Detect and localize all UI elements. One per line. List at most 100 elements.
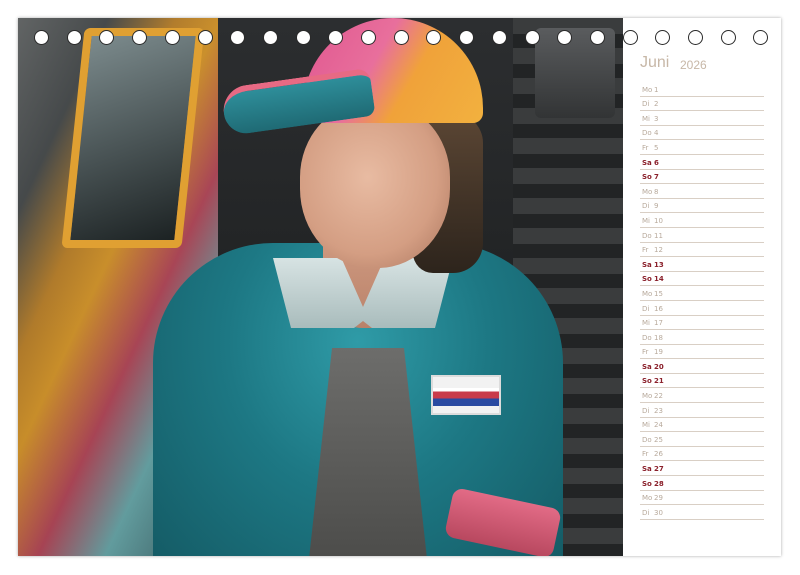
day-row: So 21: [640, 374, 764, 389]
day-row: Mi 17: [640, 316, 764, 331]
weekday-label: So: [642, 479, 652, 488]
weekday-label: Fr: [642, 246, 649, 255]
day-row: So 28: [640, 476, 764, 491]
day-row: Do 11: [640, 228, 764, 243]
day-row: Fr 5: [640, 140, 764, 155]
day-number: 3: [654, 114, 659, 123]
day-number: 30: [654, 508, 663, 517]
day-row: Do 25: [640, 432, 764, 447]
day-row: Di 23: [640, 403, 764, 418]
day-row: Mi 10: [640, 213, 764, 228]
weekday-label: Mo: [642, 392, 653, 401]
calendar-column: Juni 2026 Mo 1 Di 2 Mi 3 Do 4 Fr 5 Sa 6 So 7 Mo 8 Di 9 Mi 1…: [623, 18, 781, 556]
day-row: Sa 20: [640, 359, 764, 374]
day-row: So 14: [640, 272, 764, 287]
weekday-label: Mi: [642, 319, 650, 328]
binding-hole: [393, 30, 409, 45]
weekday-label: Di: [642, 304, 650, 313]
weekday-label: Do: [642, 129, 652, 138]
day-number: 7: [654, 173, 659, 182]
binding-hole: [197, 30, 213, 45]
day-number: 24: [654, 421, 663, 430]
weekday-label: Di: [642, 406, 650, 415]
day-number: 23: [654, 406, 663, 415]
day-row: Fr 26: [640, 447, 764, 462]
binding-hole: [295, 30, 311, 45]
day-number: 19: [654, 348, 663, 357]
weekday-label: Do: [642, 435, 652, 444]
face: [300, 103, 450, 268]
weekday-label: So: [642, 377, 652, 386]
jacket-patch: [431, 375, 501, 415]
binding-hole: [164, 30, 180, 45]
day-row: Sa 27: [640, 461, 764, 477]
day-list: Mo 1 Di 2 Mi 3 Do 4 Fr 5 Sa 6 So 7 Mo 8 Di 9 Mi 10 Do 11 Fr 12 S…: [640, 82, 764, 520]
day-number: 28: [654, 479, 664, 488]
weekday-label: Sa: [642, 260, 652, 269]
day-number: 6: [654, 158, 659, 167]
binding-hole: [655, 30, 671, 45]
weekday-label: Fr: [642, 348, 649, 357]
binding-hole: [262, 30, 278, 45]
day-row: Mo 29: [640, 491, 764, 506]
weekday-label: Di: [642, 508, 650, 517]
day-number: 18: [654, 333, 663, 342]
binding-hole: [230, 30, 246, 45]
day-number: 8: [654, 187, 659, 196]
day-row: Do 18: [640, 330, 764, 345]
day-number: 5: [654, 143, 659, 152]
weekday-label: Di: [642, 202, 650, 211]
truck-window: [61, 28, 205, 248]
day-number: 2: [654, 100, 659, 109]
day-row: So 7: [640, 170, 764, 185]
day-number: 21: [654, 377, 664, 386]
day-number: 10: [654, 216, 663, 225]
day-number: 26: [654, 450, 663, 459]
binding-hole: [66, 30, 82, 45]
binding-hole: [426, 30, 442, 45]
day-row: Di 2: [640, 97, 764, 112]
calendar-page: Juni 2026 Mo 1 Di 2 Mi 3 Do 4 Fr 5 Sa 6 So 7 Mo 8 Di 9 Mi 1…: [18, 18, 781, 556]
weekday-label: Mo: [642, 187, 653, 196]
day-row: Sa 13: [640, 257, 764, 272]
day-row: Di 9: [640, 199, 764, 214]
day-number: 17: [654, 319, 663, 328]
weekday-label: Mi: [642, 216, 650, 225]
weekday-label: Di: [642, 100, 650, 109]
day-number: 4: [654, 129, 659, 138]
day-row: Di 30: [640, 505, 764, 520]
day-row: Do 4: [640, 126, 764, 141]
day-row: Mo 22: [640, 388, 764, 404]
binding-hole: [688, 30, 703, 45]
day-row: Mo 8: [640, 184, 764, 199]
day-number: 12: [654, 246, 663, 255]
day-row: Sa 6: [640, 155, 764, 170]
weekday-label: So: [642, 275, 652, 284]
weekday-label: Mo: [642, 494, 653, 503]
day-row: Fr 12: [640, 243, 764, 258]
binding-hole: [557, 30, 573, 45]
year-label: 2026: [680, 58, 707, 72]
binding-hole: [132, 30, 148, 45]
weekday-label: Fr: [642, 450, 649, 459]
weekday-label: Sa: [642, 465, 652, 474]
weekday-label: So: [642, 173, 652, 182]
weekday-label: Fr: [642, 143, 649, 152]
weekday-label: Mo: [642, 289, 653, 298]
day-number: 29: [654, 494, 663, 503]
binding-hole: [622, 30, 638, 45]
binding-hole: [491, 30, 507, 45]
weekday-label: Sa: [642, 158, 652, 167]
day-row: Di 16: [640, 301, 764, 316]
weekday-label: Mi: [642, 421, 650, 430]
cover-photo: [18, 18, 623, 556]
day-row: Fr 19: [640, 345, 764, 360]
binding-hole: [328, 30, 344, 45]
day-row: Mi 24: [640, 418, 764, 433]
binding-hole: [524, 30, 540, 45]
day-number: 1: [654, 85, 659, 94]
day-row: Mo 1: [640, 82, 764, 97]
weekday-label: Mo: [642, 85, 653, 94]
spiral-binding: [20, 30, 780, 46]
day-number: 22: [654, 392, 663, 401]
